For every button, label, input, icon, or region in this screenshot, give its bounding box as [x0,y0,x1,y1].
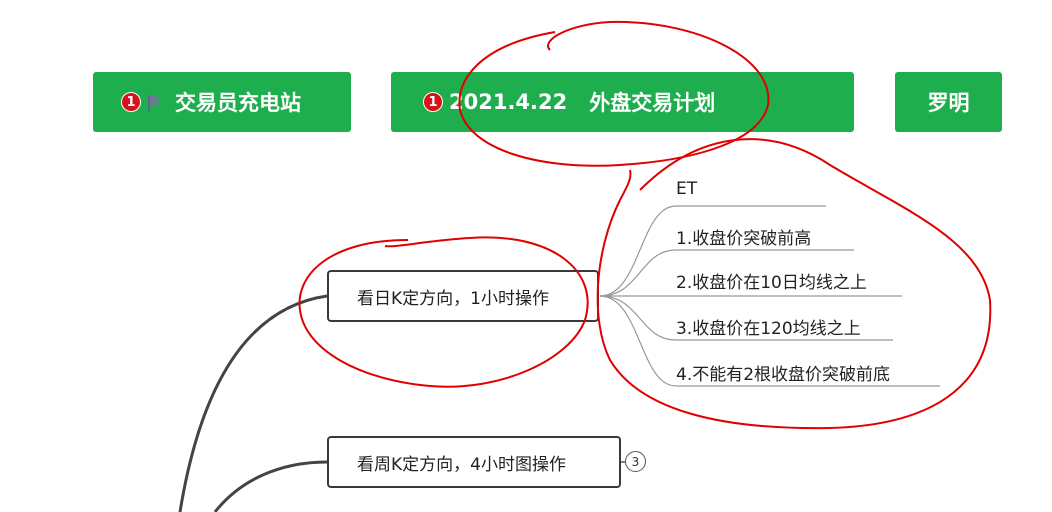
banner-title: 外盘交易计划 [589,91,716,115]
flag-icon [147,93,161,112]
banner-author[interactable]: 罗明 [895,72,1002,132]
leaf-item[interactable]: 2.收盘价在10日均线之上 [676,268,867,293]
priority-badge: 1 [423,92,443,112]
banner-date: 2021.4.22 [449,90,568,114]
collapse-count-button[interactable]: 3 [625,451,646,472]
banner-trader-station[interactable]: 1 交易员充电站 [93,72,351,132]
trunk-to-node2 [213,460,328,512]
node-label: 看日K定方向，1小时操作 [357,288,549,309]
node-label: 看周K定方向，4小时图操作 [357,454,566,475]
leaf-item[interactable]: 4.不能有2根收盘价突破前底 [676,360,890,385]
banner-text: 交易员充电站 [175,91,301,115]
leaf-item[interactable]: ET [676,179,697,199]
priority-badge: 1 [121,92,141,112]
leaf-item[interactable]: 1.收盘价突破前高 [676,224,811,249]
topic-node-weekly[interactable]: 看周K定方向，4小时图操作 [327,436,621,488]
banner-trading-plan[interactable]: 1 2021.4.22 外盘交易计划 [391,72,854,132]
banner-text: 罗明 [927,91,970,115]
topic-node-daily[interactable]: 看日K定方向，1小时操作 [327,270,599,322]
mindmap-canvas: 1 交易员充电站 1 2021.4.22 外盘交易计划 罗明 看日K定方向，1小… [0,0,1052,512]
leaf-item[interactable]: 3.收盘价在120均线之上 [676,314,861,339]
